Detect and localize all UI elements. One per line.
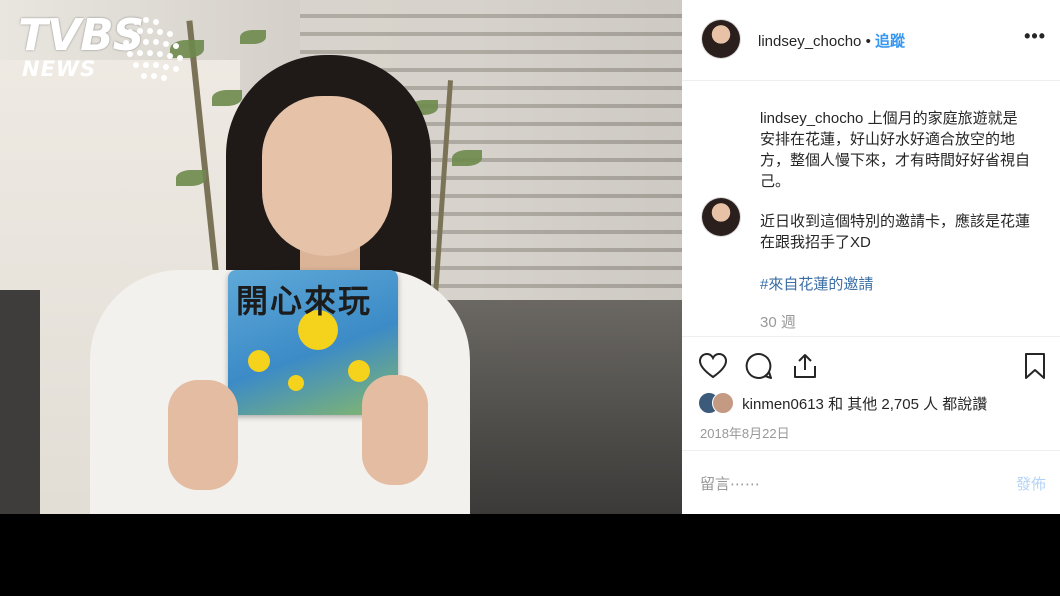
avatar[interactable] [702,20,740,58]
likes-line: kinmen0613 和 其他 2,705 人 都說讚 [698,392,987,414]
tvbs-news-logo: TVBS NEWS [18,14,183,81]
card-flower [288,375,304,391]
card-text: 開心來玩 [236,282,373,320]
header-username[interactable]: lindsey_chocho [758,33,861,50]
person-face [262,96,392,256]
post-photo: 開心來玩 TVBS NEWS [0,0,682,514]
action-bar [682,336,1060,397]
more-options-icon[interactable]: ••• [1024,26,1046,47]
separator-dot: • [865,33,871,50]
card-flower [348,360,370,382]
logo-dots-icon [123,17,183,81]
likes-text: kinmen0613 和 其他 2,705 人 都說讚 [742,396,987,413]
person-right-hand [362,375,428,485]
comment-icon[interactable] [744,351,774,381]
likes-username[interactable]: kinmen0613 [742,396,824,413]
caption: lindsey_chocho 上個月的家庭旅遊就是安排在花蓮，好山好水好適合放空… [760,108,1030,192]
likes-connector: 和 [823,395,848,413]
likes-others[interactable]: 其他 2,705 人 [847,396,938,413]
card-flower [248,350,270,372]
comment-avatar[interactable] [702,198,740,236]
screenshot-frame: 開心來玩 TVBS NEWS lindsey_chocho • 追蹤 ••• l… [0,0,1060,514]
heart-icon[interactable] [698,351,728,381]
caption-username[interactable]: lindsey_chocho [760,110,863,127]
share-icon[interactable] [790,351,820,381]
post-header: lindsey_chocho • 追蹤 ••• [682,0,1060,81]
bookmark-icon[interactable] [1020,351,1050,381]
comment-text: 近日收到這個特別的邀請卡，應該是花蓮在跟我招手了XD [760,213,1031,251]
liker-avatar[interactable] [712,392,734,414]
person-left-hand [168,380,238,490]
post-date: 2018年8月22日 [700,426,790,441]
hashtag-link[interactable]: #來自花蓮的邀請 [760,273,873,294]
comment-input[interactable]: 留言⋯⋯ [700,473,760,494]
likes-suffix: 都說讚 [938,395,988,413]
post-panel: lindsey_chocho • 追蹤 ••• lindsey_chocho 上… [682,0,1060,514]
post-button[interactable]: 發佈 [1016,473,1046,494]
header-username-line: lindsey_chocho • 追蹤 [758,30,905,51]
time-ago: 30 週 [760,314,796,331]
follow-button[interactable]: 追蹤 [875,33,905,50]
comment-box: 留言⋯⋯ 發佈 [682,450,1060,514]
